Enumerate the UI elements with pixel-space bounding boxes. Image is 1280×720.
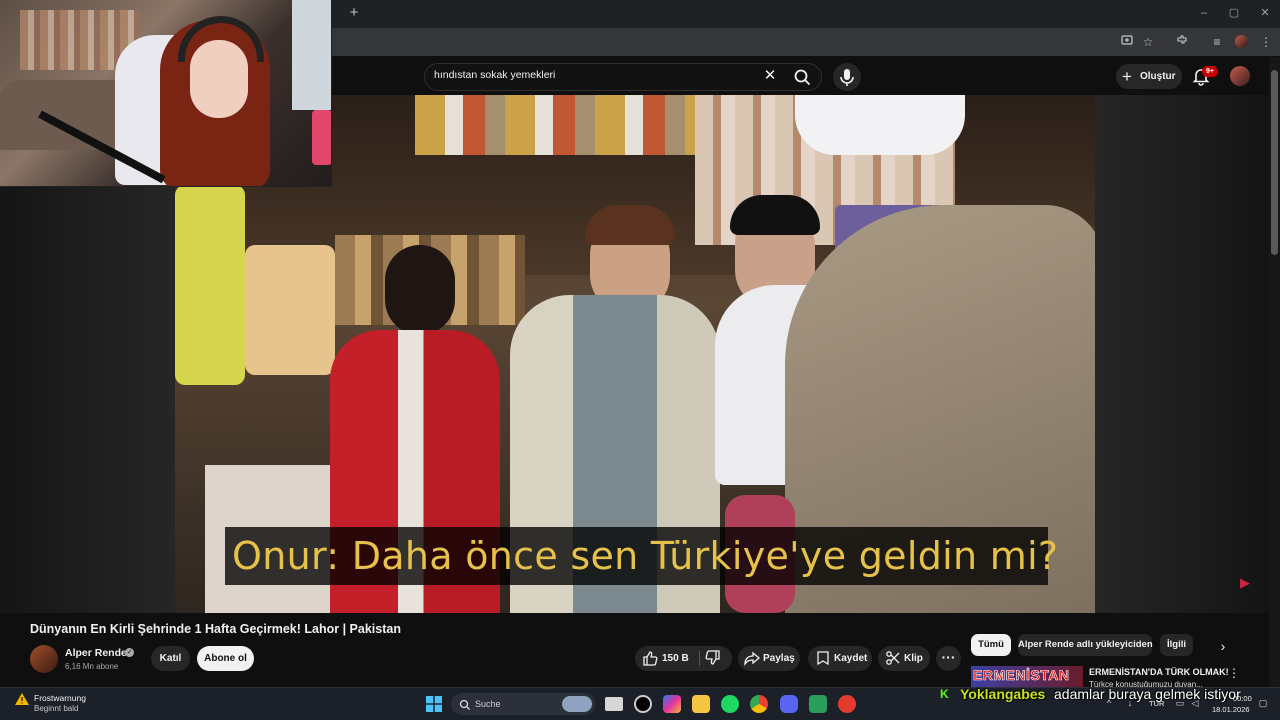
- weather-widget-title[interactable]: Frostwarnung: [34, 693, 86, 703]
- kick-icon: K: [940, 687, 949, 701]
- profile-avatar[interactable]: [1235, 35, 1248, 48]
- related-video-title[interactable]: ERMENİSTAN'DA TÜRK OLMAK!: [1089, 667, 1229, 677]
- account-avatar[interactable]: [1230, 66, 1250, 86]
- search-highlight-icon: [562, 696, 592, 712]
- watermark-icon: ▶: [1240, 575, 1250, 590]
- search-input[interactable]: hındıstan sokak yemekleri: [434, 69, 555, 81]
- app-icon-red[interactable]: [838, 695, 856, 713]
- new-tab-button[interactable]: +: [346, 5, 362, 21]
- like-divider: [699, 651, 700, 666]
- app-icon-circle[interactable]: [634, 695, 652, 713]
- windows-start-icon[interactable]: [426, 696, 442, 712]
- install-app-icon[interactable]: [1118, 33, 1136, 51]
- bookmark-star-icon[interactable]: ☆: [1139, 33, 1157, 51]
- join-button[interactable]: Katıl: [151, 646, 190, 671]
- verified-check-icon: ✓: [125, 648, 134, 657]
- chip-related[interactable]: İlgili: [1160, 634, 1193, 656]
- volume-icon[interactable]: ◁: [1190, 698, 1200, 708]
- extensions-icon[interactable]: [1173, 33, 1191, 51]
- channel-name[interactable]: Alper Rende: [65, 647, 127, 659]
- clock-time[interactable]: 00:00: [1233, 694, 1252, 703]
- app-icon-green[interactable]: [809, 695, 827, 713]
- chevron-right-icon[interactable]: ›: [1213, 636, 1233, 656]
- player-blur-left: [0, 187, 175, 613]
- video-subtitle: Onur: Daha önce sen Türkiye'ye geldin mi…: [232, 534, 1059, 578]
- like-count[interactable]: 150 B: [662, 646, 689, 671]
- more-vert-icon[interactable]: ⋮: [1228, 666, 1240, 680]
- chip-all[interactable]: Tümü: [971, 634, 1011, 656]
- task-view-icon[interactable]: [605, 697, 623, 711]
- browser-menu-icon[interactable]: ⋮: [1257, 33, 1275, 51]
- bookmark-icon: [814, 649, 832, 667]
- spotify-icon[interactable]: [721, 695, 739, 713]
- thumbnail-text: ERMENİSTAN: [973, 667, 1070, 684]
- scissors-icon: [884, 649, 902, 667]
- player-blur-right: [1095, 95, 1269, 613]
- microphone-icon[interactable]: [833, 63, 861, 91]
- tray-overflow-icon[interactable]: ^: [1104, 698, 1114, 708]
- maximize-button[interactable]: ▢: [1221, 4, 1247, 22]
- clock-date[interactable]: 18.01.2026: [1212, 705, 1250, 714]
- discord-icon[interactable]: [780, 695, 798, 713]
- network-icon[interactable]: ▭: [1175, 698, 1185, 708]
- minimize-button[interactable]: –: [1191, 4, 1217, 22]
- notification-count-badge: 9+: [1202, 66, 1218, 77]
- media-controls-icon[interactable]: ≡: [1208, 33, 1226, 51]
- chrome-icon[interactable]: [750, 695, 768, 713]
- channel-avatar[interactable]: [30, 645, 58, 673]
- subscriber-count: 6,16 Mn abone: [65, 662, 119, 671]
- search-icon[interactable]: [786, 64, 818, 90]
- warning-icon[interactable]: [14, 692, 30, 706]
- more-actions-button[interactable]: ···: [936, 646, 961, 671]
- taskbar-search-placeholder: Suche: [475, 699, 501, 709]
- plus-icon: +: [1122, 67, 1132, 86]
- thumbs-up-icon[interactable]: [641, 649, 659, 667]
- subscribe-button[interactable]: Abone ol: [197, 646, 254, 671]
- webcam-overlay: [0, 0, 332, 187]
- tray-app-icon[interactable]: ↓: [1125, 698, 1135, 708]
- video-title: Dünyanın En Kirli Şehrinde 1 Hafta Geçir…: [30, 622, 401, 636]
- share-icon: [743, 649, 761, 667]
- chip-from-uploader[interactable]: Alper Rende adlı yükleyiciden: [1018, 634, 1153, 656]
- copilot-icon[interactable]: [663, 695, 681, 713]
- clear-search-icon[interactable]: ✕: [762, 67, 778, 85]
- notification-center-icon[interactable]: ▢: [1258, 698, 1268, 708]
- chat-username: Yoklangabes: [960, 686, 1046, 702]
- thumbs-down-icon[interactable]: [704, 649, 722, 667]
- weather-widget-subtitle: Beginnt bald: [34, 704, 79, 713]
- search-icon: [459, 698, 471, 711]
- chat-message: adamlar buraya gelmek istiyor: [1054, 686, 1241, 702]
- close-window-button[interactable]: ✕: [1252, 4, 1278, 22]
- scrollbar-thumb[interactable]: [1271, 70, 1278, 255]
- keyboard-language[interactable]: TUR: [1149, 699, 1164, 708]
- file-explorer-icon[interactable]: [692, 695, 710, 713]
